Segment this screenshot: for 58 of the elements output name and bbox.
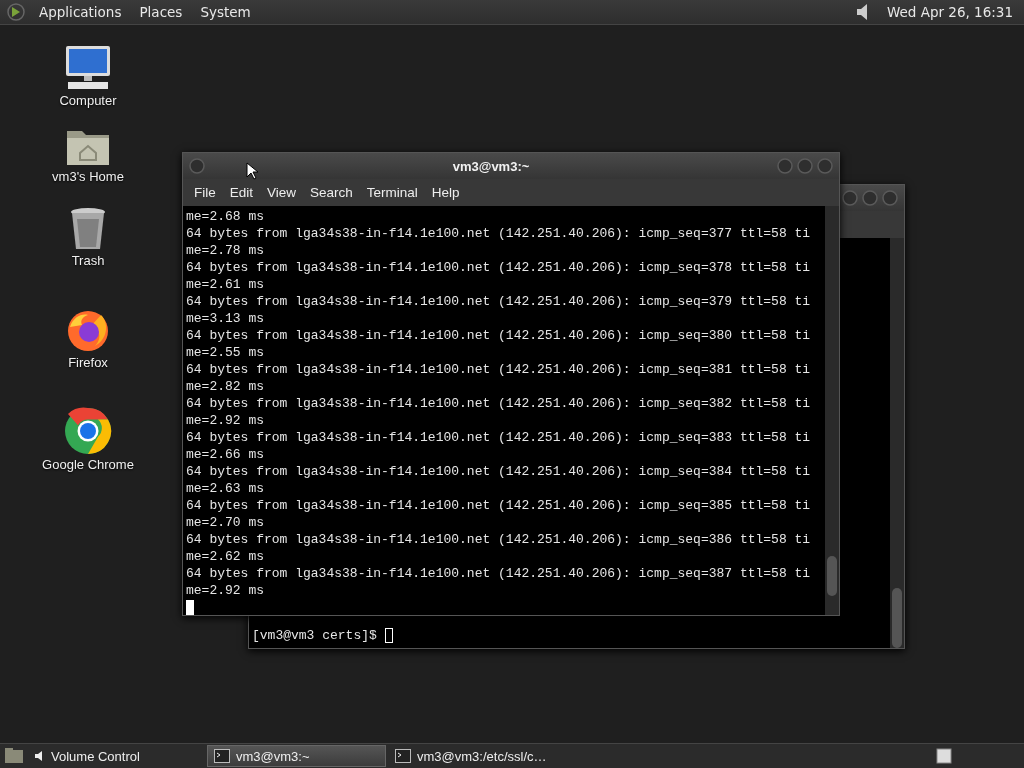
terminal-line: me=2.66 ms: [186, 446, 265, 463]
mouse-pointer-icon: [246, 162, 258, 180]
terminal-line: 64 bytes from lga34s38-in-f14.1e100.net (142.251.40.206): icmp_seq=386 ttl=58 ti: [186, 531, 812, 548]
terminal-line: me=2.68 ms: [186, 208, 265, 225]
terminal-line: me=2.61 ms: [186, 276, 265, 293]
taskbar-button[interactable]: vm3@vm3:/etc/ssl/c…: [388, 745, 567, 767]
desktop-icon-label[interactable]: Firefox: [68, 355, 108, 370]
desktop-icon-label[interactable]: Trash: [71, 253, 105, 268]
computer-icon[interactable]: [63, 45, 113, 91]
terminal-line: 64 bytes from lga34s38-in-f14.1e100.net (142.251.40.206): icmp_seq=381 ttl=58 ti: [186, 361, 812, 378]
terminal-prompt: [vm3@vm3 certs]$: [252, 627, 887, 644]
terminal-line: 64 bytes from lga34s38-in-f14.1e100.net (142.251.40.206): icmp_seq=377 ttl=58 ti: [186, 225, 812, 242]
terminal-line: 64 bytes from lga34s38-in-f14.1e100.net (142.251.40.206): icmp_seq=383 ttl=58 ti: [186, 429, 812, 446]
terminal-line: 64 bytes from lga34s38-in-f14.1e100.net (142.251.40.206): icmp_seq=378 ttl=58 ti: [186, 259, 812, 276]
terminal-icon: [214, 749, 230, 763]
menu-logo-icon[interactable]: [6, 2, 26, 22]
scrollbar[interactable]: [825, 206, 839, 615]
terminal-line: 64 bytes from lga34s38-in-f14.1e100.net (142.251.40.206): icmp_seq=379 ttl=58 ti: [186, 293, 812, 310]
panel-menu[interactable]: Applications: [34, 4, 127, 20]
taskbar-button[interactable]: Volume Control: [26, 745, 205, 767]
terminal-line: me=3.13 ms: [186, 310, 265, 327]
terminal-line: me=2.92 ms: [186, 582, 265, 599]
menu-item[interactable]: File: [187, 185, 223, 200]
terminal-line: 64 bytes from lga34s38-in-f14.1e100.net (142.251.40.206): icmp_seq=382 ttl=58 ti: [186, 395, 812, 412]
workspace-icon[interactable]: [936, 748, 952, 764]
menu-item[interactable]: View: [260, 185, 304, 200]
menu-item[interactable]: Help: [424, 185, 467, 200]
terminal-line: me=2.78 ms: [186, 242, 265, 259]
menu-item[interactable]: Edit: [222, 185, 261, 200]
terminal-line: me=2.70 ms: [186, 514, 265, 531]
panel-menu[interactable]: Places: [134, 4, 188, 20]
terminal-line: me=2.63 ms: [186, 480, 265, 497]
menu-item[interactable]: Terminal: [359, 185, 425, 200]
chrome-icon[interactable]: [64, 407, 112, 455]
taskbar-button[interactable]: vm3@vm3:~: [207, 745, 386, 767]
terminal-line: me=2.55 ms: [186, 344, 265, 361]
terminal-line: 64 bytes from lga34s38-in-f14.1e100.net (142.251.40.206): icmp_seq=384 ttl=58 ti: [186, 463, 812, 480]
scrollbar[interactable]: [890, 238, 904, 648]
clock[interactable]: Wed Apr 26, 16:31: [881, 4, 1018, 20]
terminal-line: me=2.82 ms: [186, 378, 265, 395]
terminal-icon: [395, 749, 411, 763]
desktop-icon-label[interactable]: Google Chrome: [42, 457, 134, 472]
speaker-icon: [33, 750, 45, 762]
window-title: vm3@vm3:~: [452, 158, 530, 174]
text-cursor: [186, 600, 194, 615]
desktop-icon-label[interactable]: vm3's Home: [52, 169, 124, 184]
trash-icon[interactable]: [69, 207, 107, 251]
window-button-icon[interactable]: [842, 190, 858, 206]
terminal-line: me=2.62 ms: [186, 548, 265, 565]
terminal-line: me=2.92 ms: [186, 412, 265, 429]
show-desktop-icon[interactable]: [4, 747, 24, 765]
menu-item[interactable]: Search: [303, 185, 360, 200]
terminal-line: 64 bytes from lga34s38-in-f14.1e100.net (142.251.40.206): icmp_seq=385 ttl=58 ti: [186, 497, 812, 514]
text-cursor: [384, 628, 393, 644]
terminal-line: 64 bytes from lga34s38-in-f14.1e100.net (142.251.40.206): icmp_seq=387 ttl=58 ti: [186, 565, 812, 582]
terminal-line: 64 bytes from lga34s38-in-f14.1e100.net (142.251.40.206): icmp_seq=380 ttl=58 ti: [186, 327, 812, 344]
desktop-icon-label[interactable]: Computer: [59, 93, 117, 108]
panel-menu[interactable]: System: [195, 4, 256, 20]
